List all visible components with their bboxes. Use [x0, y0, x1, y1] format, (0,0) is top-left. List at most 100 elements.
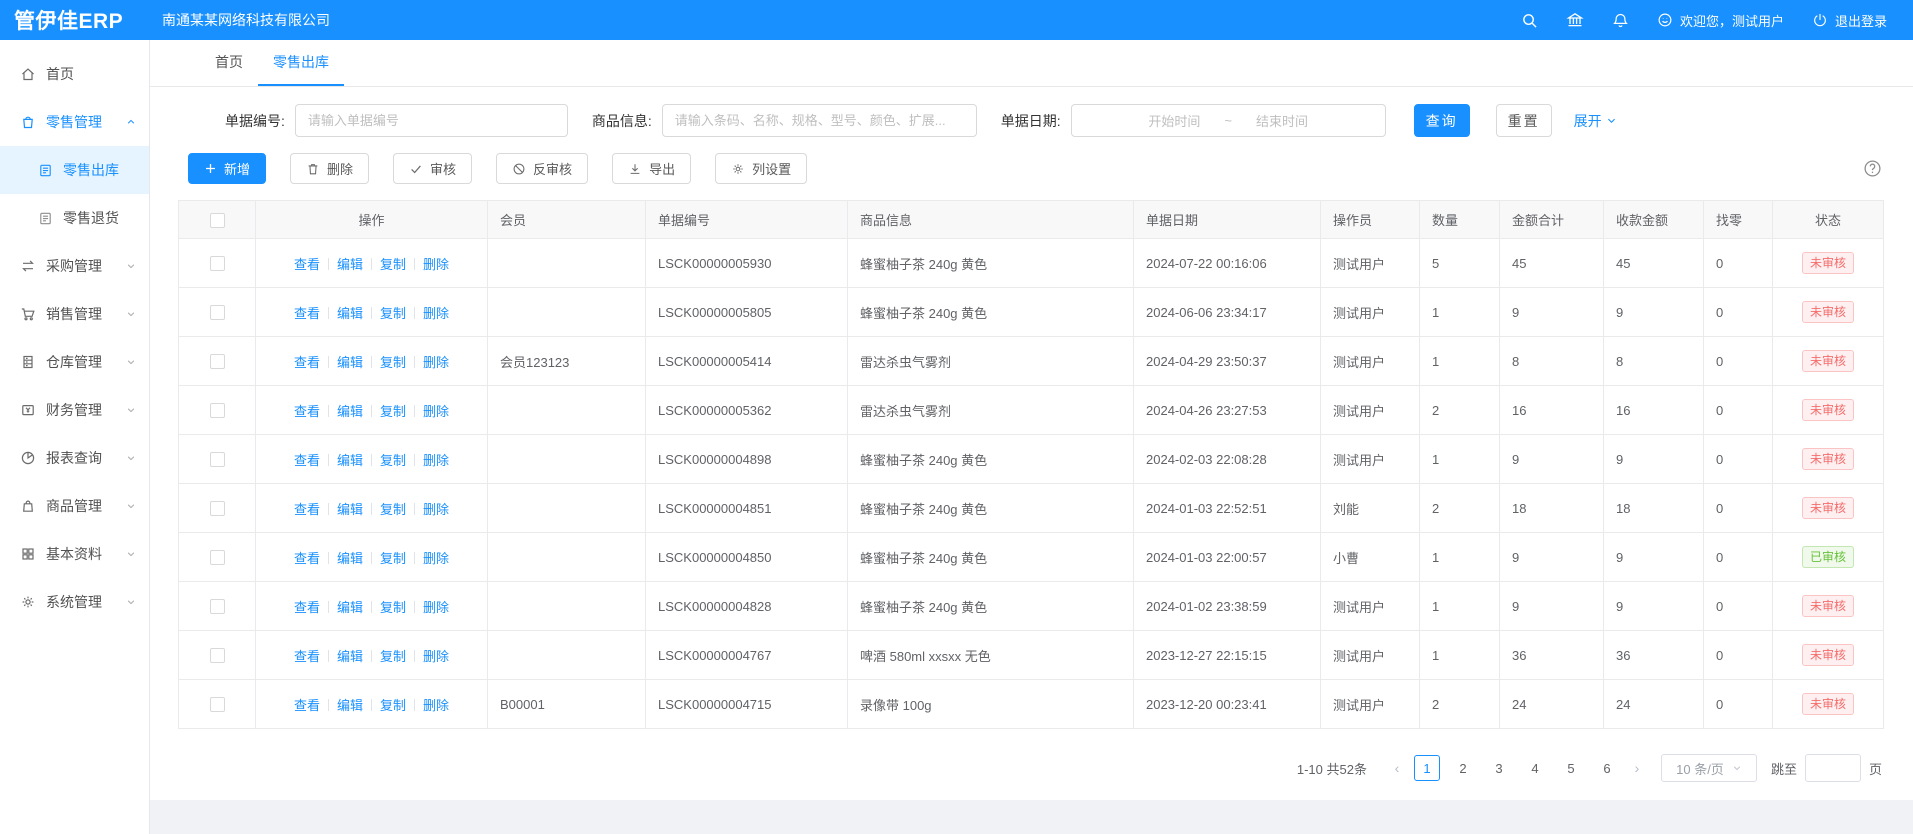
sidebar-item-report-query[interactable]: 报表查询	[0, 434, 149, 482]
reset-button[interactable]: 重置	[1496, 104, 1552, 137]
page-button-2[interactable]: 2	[1450, 755, 1476, 781]
page-button-1[interactable]: 1	[1414, 755, 1440, 781]
row-checkbox[interactable]	[210, 452, 225, 467]
row-action-2[interactable]: 复制	[380, 698, 406, 713]
row-action-3[interactable]: 删除	[423, 649, 449, 664]
page-button-3[interactable]: 3	[1486, 755, 1512, 781]
row-action-0[interactable]: 查看	[294, 551, 320, 566]
row-action-1[interactable]: 编辑	[337, 404, 363, 419]
row-checkbox[interactable]	[210, 550, 225, 565]
sidebar-item-goods-management[interactable]: 商品管理	[0, 482, 149, 530]
row-action-2[interactable]: 复制	[380, 257, 406, 272]
row-action-3[interactable]: 删除	[423, 502, 449, 517]
product-info-input[interactable]	[662, 104, 977, 137]
add-button[interactable]: 新增	[188, 153, 266, 184]
row-checkbox[interactable]	[210, 403, 225, 418]
row-action-3[interactable]: 删除	[423, 355, 449, 370]
row-action-2[interactable]: 复制	[380, 453, 406, 468]
sidebar-item-finance-management[interactable]: 财务管理	[0, 386, 149, 434]
row-checkbox[interactable]	[210, 354, 225, 369]
jump-to-label: 跳至	[1771, 759, 1797, 778]
column-settings-button[interactable]: 列设置	[715, 153, 807, 184]
row-action-3[interactable]: 删除	[423, 698, 449, 713]
logout-button[interactable]: 退出登录	[1812, 11, 1887, 30]
cell-quantity: 2	[1420, 386, 1500, 435]
sidebar-item-basic-data[interactable]: 基本资料	[0, 530, 149, 578]
bell-icon[interactable]	[1612, 12, 1629, 29]
row-action-0[interactable]: 查看	[294, 698, 320, 713]
export-button[interactable]: 导出	[612, 153, 691, 184]
sidebar-item-retail-return[interactable]: 零售退货	[0, 194, 149, 242]
row-action-0[interactable]: 查看	[294, 600, 320, 615]
question-circle-icon[interactable]	[1863, 159, 1882, 178]
chevron-down-icon	[126, 453, 136, 463]
row-action-1[interactable]: 编辑	[337, 698, 363, 713]
cell-change: 0	[1704, 435, 1773, 484]
row-checkbox[interactable]	[210, 256, 225, 271]
row-action-3[interactable]: 删除	[423, 306, 449, 321]
expand-link[interactable]: 展开	[1574, 111, 1617, 131]
date-range-input[interactable]: 开始时间 ~ 结束时间	[1071, 104, 1386, 137]
row-action-1[interactable]: 编辑	[337, 502, 363, 517]
sidebar-item-retail-management[interactable]: 零售管理	[0, 98, 149, 146]
row-checkbox[interactable]	[210, 599, 225, 614]
row-action-0[interactable]: 查看	[294, 649, 320, 664]
row-action-1[interactable]: 编辑	[337, 257, 363, 272]
bank-icon[interactable]	[1566, 11, 1584, 29]
audit-button[interactable]: 审核	[393, 153, 472, 184]
prev-page-icon[interactable]: ‹	[1385, 754, 1409, 782]
row-checkbox[interactable]	[210, 501, 225, 516]
row-action-2[interactable]: 复制	[380, 502, 406, 517]
search-button[interactable]: 查询	[1414, 104, 1470, 137]
row-action-1[interactable]: 编辑	[337, 453, 363, 468]
cell-total-amount: 36	[1500, 631, 1604, 680]
row-action-2[interactable]: 复制	[380, 600, 406, 615]
row-action-0[interactable]: 查看	[294, 502, 320, 517]
next-page-icon[interactable]: ›	[1625, 754, 1649, 782]
sidebar-item-system-management[interactable]: 系统管理	[0, 578, 149, 626]
row-action-2[interactable]: 复制	[380, 306, 406, 321]
row-action-0[interactable]: 查看	[294, 355, 320, 370]
row-action-1[interactable]: 编辑	[337, 649, 363, 664]
tab-home[interactable]: 首页	[200, 40, 258, 86]
page-button-6[interactable]: 6	[1594, 755, 1620, 781]
page-button-5[interactable]: 5	[1558, 755, 1584, 781]
tab-retail-outbound[interactable]: 零售出库	[258, 40, 344, 86]
row-action-1[interactable]: 编辑	[337, 600, 363, 615]
sidebar-item-sales-management[interactable]: 销售管理	[0, 290, 149, 338]
cell-received-amount: 45	[1604, 239, 1704, 288]
row-action-2[interactable]: 复制	[380, 551, 406, 566]
row-action-3[interactable]: 删除	[423, 551, 449, 566]
delete-button[interactable]: 删除	[290, 153, 369, 184]
row-action-0[interactable]: 查看	[294, 404, 320, 419]
sidebar-item-purchase-management[interactable]: 采购管理	[0, 242, 149, 290]
row-action-0[interactable]: 查看	[294, 306, 320, 321]
jump-to-input[interactable]	[1805, 754, 1861, 782]
row-action-3[interactable]: 删除	[423, 257, 449, 272]
row-checkbox[interactable]	[210, 697, 225, 712]
sidebar-item-warehouse-management[interactable]: 仓库管理	[0, 338, 149, 386]
row-action-0[interactable]: 查看	[294, 257, 320, 272]
row-action-1[interactable]: 编辑	[337, 551, 363, 566]
row-checkbox[interactable]	[210, 305, 225, 320]
search-icon[interactable]	[1521, 12, 1538, 29]
page-button-4[interactable]: 4	[1522, 755, 1548, 781]
page-size-select[interactable]: 10 条/页	[1661, 754, 1757, 782]
sidebar-item-home[interactable]: 首页	[0, 50, 149, 98]
row-action-2[interactable]: 复制	[380, 404, 406, 419]
row-action-3[interactable]: 删除	[423, 600, 449, 615]
row-action-2[interactable]: 复制	[380, 355, 406, 370]
row-action-1[interactable]: 编辑	[337, 306, 363, 321]
select-all-checkbox[interactable]	[210, 213, 225, 228]
unaudit-button[interactable]: 反审核	[496, 153, 588, 184]
row-action-3[interactable]: 删除	[423, 404, 449, 419]
row-checkbox[interactable]	[210, 648, 225, 663]
table-row: 查看编辑复制删除 LSCK00000004850 蜂蜜柚子茶 240g 黄色 2…	[179, 533, 1884, 582]
row-action-3[interactable]: 删除	[423, 453, 449, 468]
row-action-2[interactable]: 复制	[380, 649, 406, 664]
sidebar-item-retail-outbound[interactable]: 零售出库	[0, 146, 149, 194]
order-no-input[interactable]	[295, 104, 568, 137]
row-action-0[interactable]: 查看	[294, 453, 320, 468]
welcome-user[interactable]: 欢迎您，测试用户	[1657, 11, 1784, 30]
row-action-1[interactable]: 编辑	[337, 355, 363, 370]
